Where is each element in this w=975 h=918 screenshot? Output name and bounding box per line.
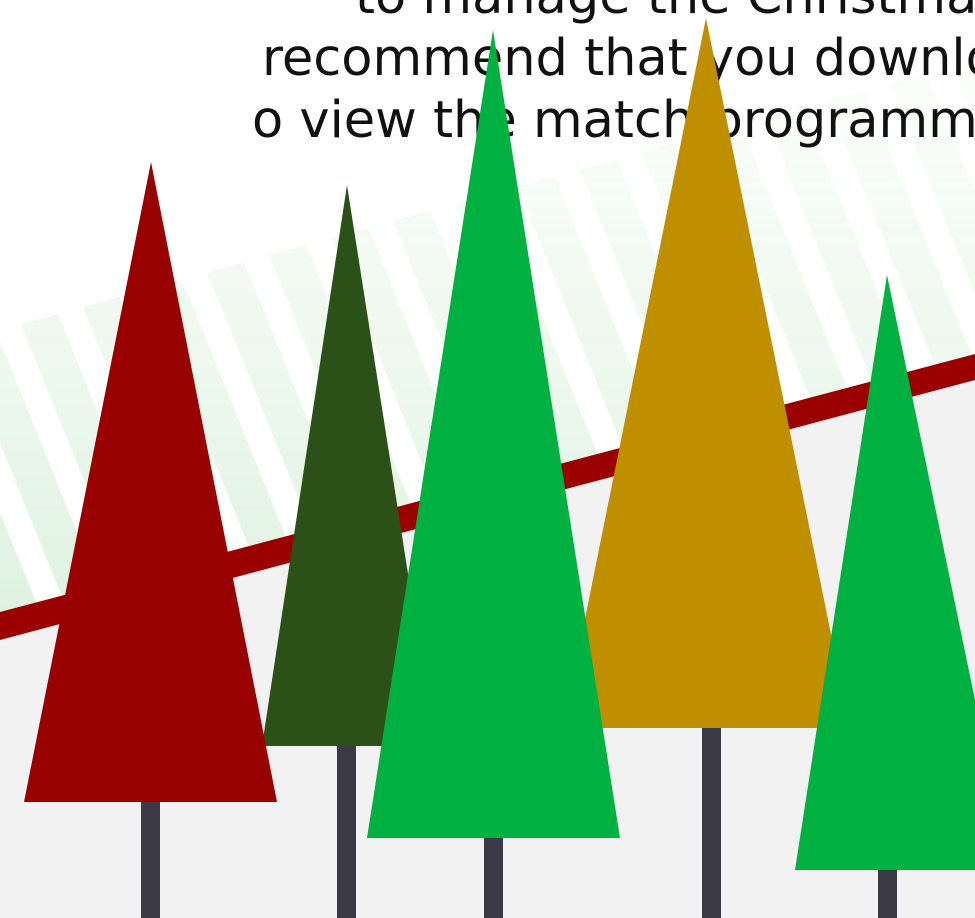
tree-gold [563,18,850,728]
christmas-trees [24,18,975,918]
tree-red [24,162,277,802]
trunk-tree-1 [141,795,160,918]
trunk-tree-3 [484,830,503,918]
trunk-tree-2 [337,740,356,918]
trunk-tree-4 [702,722,721,918]
tree-light-green [795,275,975,870]
tree-bright-green [367,30,620,838]
christmas-cup-banner: to manage the Christmas Cup recommend th… [0,0,975,918]
trunk-tree-5 [878,862,897,918]
